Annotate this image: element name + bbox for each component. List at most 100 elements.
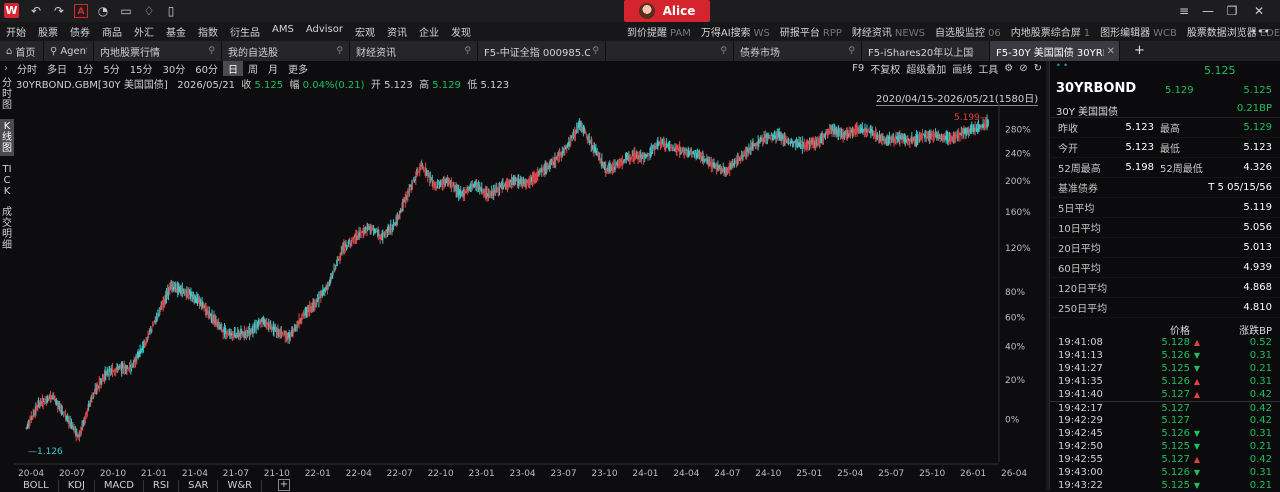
- menu-item[interactable]: 基金: [160, 24, 192, 39]
- indicator-tab[interactable]: W&R: [218, 480, 263, 492]
- menu-item[interactable]: 开始: [0, 24, 32, 39]
- chart-type-2[interactable]: TICK: [0, 162, 14, 199]
- chart-type-1[interactable]: K线图: [0, 119, 14, 156]
- menu-item[interactable]: 衍生品: [224, 24, 266, 39]
- menu-item[interactable]: 商品: [96, 24, 128, 39]
- period-5[interactable]: 30分: [157, 61, 190, 76]
- chart-type-0[interactable]: 分时图: [0, 76, 14, 113]
- forward-icon[interactable]: ↷: [52, 4, 66, 18]
- stat-label: 昨收: [1058, 124, 1078, 135]
- hide-icon[interactable]: ⊘: [1019, 63, 1027, 74]
- kline-chart[interactable]: 280% 240% 200% 160% 120% 80% 60% 40% 20% 0% 20-04 2…: [14, 104, 1044, 480]
- menu-item[interactable]: 股票: [32, 24, 64, 39]
- add-indicator-icon[interactable]: +: [278, 479, 290, 491]
- period-7[interactable]: 日: [222, 61, 243, 76]
- back-icon[interactable]: ↶: [29, 4, 43, 18]
- menu-item[interactable]: 发现: [445, 24, 477, 39]
- period-1[interactable]: 多日: [42, 61, 72, 76]
- pin-icon[interactable]: ⚲: [720, 46, 727, 56]
- tick-list[interactable]: 19:41:08 5.128 ▲ 0.52 19:41:13 5.126 ▼ 0.31 19:4…: [1050, 336, 1280, 492]
- app-logo[interactable]: W: [4, 3, 19, 18]
- tab[interactable]: 内地股票行情 ⚲: [94, 41, 222, 61]
- menu-icon[interactable]: ≡: [1175, 3, 1193, 19]
- indicator-tab[interactable]: SAR: [179, 480, 219, 492]
- chart-tool[interactable]: 工具: [978, 61, 998, 76]
- chart-type-3[interactable]: 成交明细: [0, 205, 14, 253]
- pin-icon[interactable]: ⚲: [464, 46, 471, 56]
- change-label: 幅: [289, 80, 300, 91]
- chart-tool[interactable]: 不复权: [870, 61, 900, 76]
- collapse-icon[interactable]: ›: [0, 63, 12, 74]
- tab[interactable]: ⚲ Agent: [44, 41, 94, 61]
- quick-link[interactable]: 到价提醒 PAM: [622, 24, 696, 39]
- refresh-icon[interactable]: ↻: [1034, 63, 1042, 74]
- tab-close-icon[interactable]: ✕: [1101, 46, 1115, 57]
- splitter[interactable]: [1046, 61, 1049, 490]
- open-label: 开: [370, 80, 381, 91]
- period-6[interactable]: 60分: [190, 61, 223, 76]
- tab[interactable]: 债券市场 ⚲: [734, 41, 862, 61]
- menu-item[interactable]: 指数: [192, 24, 224, 39]
- indicator-tab[interactable]: BOLL: [14, 480, 59, 492]
- tick-time: 19:42:29: [1058, 415, 1103, 426]
- quick-link[interactable]: 图形编辑器 WCB: [1095, 24, 1182, 39]
- chart-tool[interactable]: F9: [852, 63, 864, 74]
- period-10[interactable]: 更多: [283, 61, 313, 76]
- quote-date: 2026/05/21: [177, 80, 235, 91]
- menu-item[interactable]: 宏观: [349, 24, 381, 39]
- screen-icon[interactable]: ▭: [119, 4, 133, 18]
- menu-item[interactable]: Advisor: [300, 24, 349, 39]
- menu-item[interactable]: 债券: [64, 24, 96, 39]
- indicator-tab[interactable]: MACD: [95, 480, 144, 492]
- x-tick-label: 24-01: [632, 469, 658, 479]
- chat-icon[interactable]: ◔: [96, 4, 110, 18]
- tick-price: 5.125: [1161, 441, 1190, 452]
- period-3[interactable]: 5分: [98, 61, 124, 76]
- tab-label: F5-iShares20年以上国债ET: [868, 47, 974, 59]
- quick-link[interactable]: 自选股监控 06: [930, 24, 1006, 39]
- menu-item[interactable]: 企业: [413, 24, 445, 39]
- quick-link[interactable]: 万得AI搜索 WS: [696, 24, 775, 39]
- minimize-icon[interactable]: —: [1199, 3, 1217, 19]
- tab[interactable]: F5-中证全指 000985.CSI ⚲: [478, 41, 606, 61]
- period-0[interactable]: 分时: [12, 61, 42, 76]
- tab-label: Agent: [60, 45, 87, 57]
- menu-item[interactable]: AMS: [266, 24, 300, 39]
- tab[interactable]: F5-30Y 美国国债 30YRBON✕: [990, 41, 1120, 61]
- pin-icon[interactable]: ⚲: [592, 46, 599, 56]
- pin-icon[interactable]: ⚲: [208, 46, 215, 56]
- pin-icon[interactable]: ⚲: [848, 46, 855, 56]
- tab[interactable]: F5-iShares20年以上国债ET: [862, 41, 990, 61]
- quick-link[interactable]: 研报平台 RPP: [775, 24, 847, 39]
- tab[interactable]: 我的自选股 ⚲: [222, 41, 350, 61]
- pin-icon[interactable]: ⚲: [336, 46, 343, 56]
- arrow-up-icon: ▲: [1193, 377, 1201, 386]
- quick-link[interactable]: 财经资讯 NEWS: [847, 24, 930, 39]
- user-badge[interactable]: Alice: [624, 0, 710, 22]
- period-4[interactable]: 15分: [125, 61, 158, 76]
- restore-icon[interactable]: ❐: [1223, 3, 1241, 19]
- menu-item[interactable]: 外汇: [128, 24, 160, 39]
- new-tab-icon[interactable]: +: [1134, 43, 1145, 58]
- chart-tool[interactable]: 画线: [952, 61, 972, 76]
- tab[interactable]: ⌂ 首页: [0, 41, 44, 61]
- chart-tool[interactable]: 超级叠加: [906, 61, 946, 76]
- security-subname: 30Y 美国国债: [1056, 107, 1119, 118]
- font-icon[interactable]: A: [74, 4, 88, 18]
- home-icon: ⌂: [6, 45, 13, 57]
- quick-link[interactable]: 内地股票综合屏 1: [1006, 24, 1095, 39]
- x-tick-label: 24-07: [714, 469, 740, 479]
- document-icon[interactable]: ▯: [164, 4, 178, 18]
- tab[interactable]: 财经资讯 ⚲: [350, 41, 478, 61]
- close-icon[interactable]: ✕: [1250, 3, 1268, 19]
- period-8[interactable]: 周: [243, 61, 263, 76]
- period-2[interactable]: 1分: [72, 61, 98, 76]
- more-icon[interactable]: •••: [1251, 25, 1270, 38]
- menu-item[interactable]: 资讯: [381, 24, 413, 39]
- tab[interactable]: ⚲: [606, 41, 734, 61]
- indicator-tab[interactable]: RSI: [144, 480, 180, 492]
- period-9[interactable]: 月: [263, 61, 283, 76]
- settings-icon[interactable]: ⚙: [1004, 63, 1013, 74]
- indicator-tab[interactable]: KDJ: [59, 480, 95, 492]
- bell-icon[interactable]: ♢: [142, 4, 156, 18]
